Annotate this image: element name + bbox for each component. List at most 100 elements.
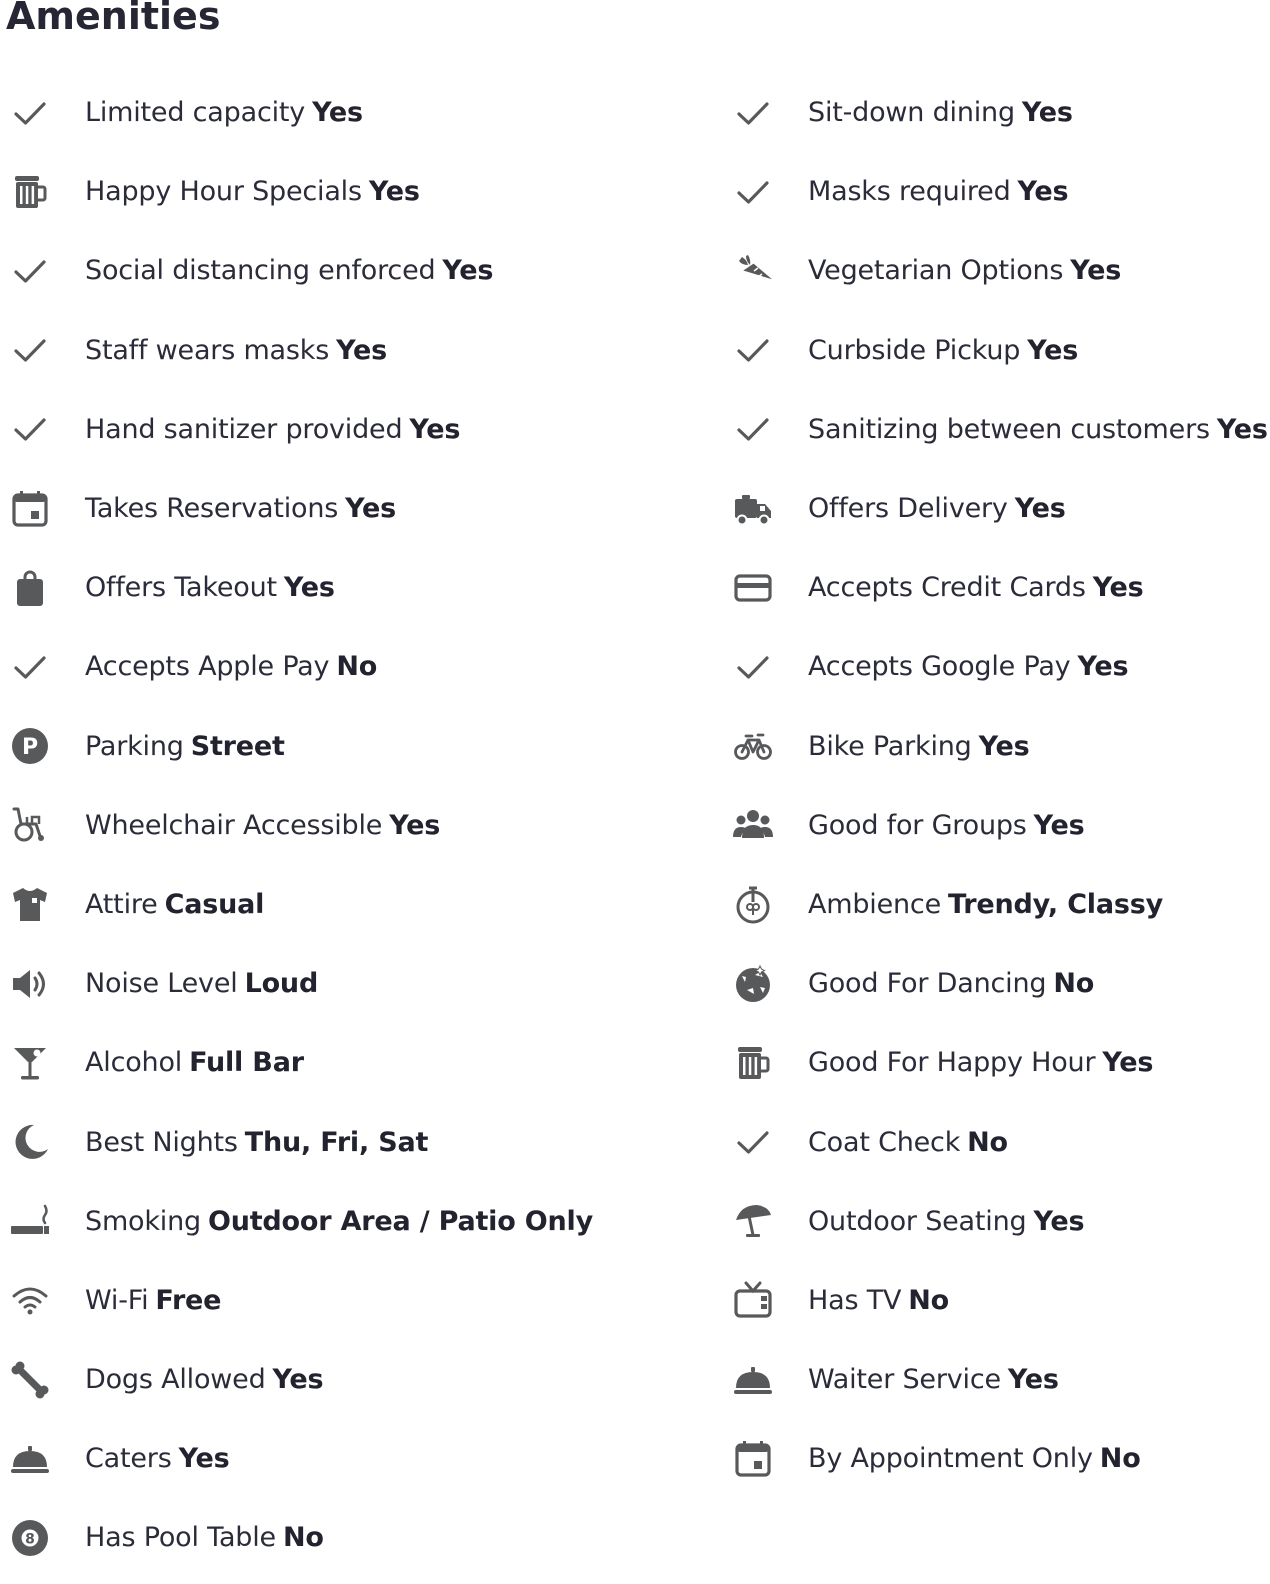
check-icon bbox=[731, 328, 775, 372]
amenity-label: Ambience bbox=[808, 888, 941, 920]
amenity-label: Caters bbox=[85, 1443, 172, 1475]
cloche-icon bbox=[731, 1358, 775, 1402]
amenity-label: Hand sanitizer provided bbox=[85, 413, 403, 445]
amenity-item-accepts-credit-cards: Accepts Credit Cards Yes bbox=[731, 548, 1270, 627]
check-icon bbox=[731, 1120, 775, 1164]
amenity-text: Dogs Allowed Yes bbox=[85, 1364, 324, 1396]
amenity-item-vegetarian-options: Vegetarian Options Yes bbox=[731, 231, 1270, 310]
amenity-text: Alcohol Full Bar bbox=[85, 1047, 304, 1078]
amenity-text: Attire Casual bbox=[85, 889, 264, 920]
amenity-text: Wheelchair Accessible Yes bbox=[85, 810, 440, 841]
amenity-text: Sanitizing between customers Yes bbox=[808, 414, 1268, 445]
amenity-value: Full Bar bbox=[189, 1047, 304, 1079]
amenity-text: Accepts Credit Cards Yes bbox=[808, 572, 1144, 603]
svg-text:8: 8 bbox=[25, 1531, 35, 1547]
amenity-value: Yes bbox=[1077, 651, 1129, 683]
amenity-item-good-for-groups: Good for Groups Yes bbox=[731, 786, 1270, 865]
amenity-value: Yes bbox=[409, 413, 461, 445]
wheelchair-icon bbox=[8, 803, 52, 847]
bone-icon bbox=[8, 1358, 52, 1402]
amenity-label: Noise Level bbox=[85, 968, 238, 1000]
amenity-item-best-nights: Best Nights Thu, Fri, Sat bbox=[8, 1102, 731, 1181]
amenity-item-bike-parking: Bike Parking Yes bbox=[731, 707, 1270, 786]
speaker-icon bbox=[8, 962, 52, 1006]
amenity-item-alcohol: Alcohol Full Bar bbox=[8, 1023, 731, 1102]
amenity-value: Yes bbox=[1216, 413, 1268, 445]
amenity-label: Waiter Service bbox=[808, 1364, 1001, 1396]
cocktail-icon bbox=[8, 1041, 52, 1085]
amenity-text: Outdoor Seating Yes bbox=[808, 1205, 1085, 1237]
amenity-item-by-appointment-only: By Appointment Only No bbox=[731, 1419, 1270, 1498]
check-icon bbox=[8, 328, 52, 372]
amenity-text: Smoking Outdoor Area / Patio Only bbox=[85, 1206, 593, 1237]
amenity-label: Happy Hour Specials bbox=[85, 176, 362, 208]
amenity-label: Accepts Credit Cards bbox=[808, 572, 1086, 604]
amenity-label: Good For Dancing bbox=[808, 968, 1047, 1000]
amenities-list: Limited capacity Yes Sit-down dining Yes Hap… bbox=[8, 73, 1270, 1578]
amenity-value: Street bbox=[190, 730, 285, 762]
amenity-label: Sanitizing between customers bbox=[808, 413, 1210, 445]
amenity-item-hand-sanitizer-provided: Hand sanitizer provided Yes bbox=[8, 390, 731, 469]
amenity-item-curbside-pickup: Curbside Pickup Yes bbox=[731, 311, 1270, 390]
carrot-icon bbox=[731, 249, 775, 293]
amenity-value: Loud bbox=[244, 968, 319, 1000]
amenity-value: Yes bbox=[336, 334, 387, 366]
amenity-value: Yes bbox=[1102, 1047, 1154, 1079]
wifi-icon bbox=[8, 1278, 52, 1322]
amenity-item-waiter-service: Waiter Service Yes bbox=[731, 1340, 1270, 1419]
amenity-value: Yes bbox=[978, 730, 1030, 762]
check-icon bbox=[731, 91, 775, 135]
amenity-item-happy-hour-specials: Happy Hour Specials Yes bbox=[8, 152, 731, 231]
credit-card-icon bbox=[731, 566, 775, 610]
svg-text:P: P bbox=[22, 735, 38, 760]
amenity-value: Yes bbox=[1070, 255, 1122, 287]
amenity-text: Bike Parking Yes bbox=[808, 730, 1030, 762]
amenity-label: Alcohol bbox=[85, 1047, 183, 1079]
amenity-text: Good for Groups Yes bbox=[808, 810, 1085, 841]
amenity-item-sanitizing-between-customers: Sanitizing between customers Yes bbox=[731, 390, 1270, 469]
amenity-label: Curbside Pickup bbox=[808, 334, 1021, 366]
group-icon bbox=[731, 803, 775, 847]
amenity-value: No bbox=[967, 1126, 1008, 1158]
check-icon bbox=[731, 645, 775, 689]
bicycle-icon bbox=[731, 724, 775, 768]
calendar-icon bbox=[8, 487, 52, 531]
amenity-item-staff-wears-masks: Staff wears masks Yes bbox=[8, 311, 731, 390]
amenity-value: Trendy, Classy bbox=[948, 888, 1164, 920]
amenity-label: Smoking bbox=[85, 1205, 201, 1237]
amenity-item-caters: Caters Yes bbox=[8, 1419, 731, 1498]
amenity-item-limited-capacity: Limited capacity Yes bbox=[8, 73, 731, 152]
amenity-value: Yes bbox=[1027, 334, 1079, 366]
amenity-item-has-tv: Has TV No bbox=[731, 1261, 1270, 1340]
shirt-icon bbox=[8, 882, 52, 926]
amenity-text: Happy Hour Specials Yes bbox=[85, 176, 420, 207]
check-icon bbox=[8, 407, 52, 451]
amenity-value: Yes bbox=[1033, 809, 1085, 841]
amenity-text: Accepts Google Pay Yes bbox=[808, 651, 1129, 683]
amenity-text: Caters Yes bbox=[85, 1443, 230, 1475]
amenity-text: Has TV No bbox=[808, 1285, 949, 1316]
amenity-value: Yes bbox=[1033, 1205, 1085, 1237]
amenity-label: Attire bbox=[85, 888, 158, 920]
amenity-label: Staff wears masks bbox=[85, 334, 330, 366]
amenity-label: Accepts Apple Pay bbox=[85, 651, 330, 683]
amenity-value: Yes bbox=[312, 97, 363, 129]
amenity-label: By Appointment Only bbox=[808, 1443, 1093, 1475]
amenity-value: No bbox=[336, 651, 378, 683]
amenity-item-accepts-google-pay: Accepts Google Pay Yes bbox=[731, 627, 1270, 706]
amenity-value: Yes bbox=[272, 1364, 324, 1396]
amenity-text: Sit-down dining Yes bbox=[808, 97, 1073, 128]
amenity-text: Parking Street bbox=[85, 731, 285, 762]
amenity-text: Staff wears masks Yes bbox=[85, 335, 387, 366]
amenity-value: Yes bbox=[389, 809, 441, 841]
amenity-text: Offers Delivery Yes bbox=[808, 493, 1066, 524]
amenity-value: No bbox=[1099, 1443, 1141, 1475]
amenity-item-parking: P Parking Street bbox=[8, 707, 731, 786]
delivery-truck-icon bbox=[731, 487, 775, 531]
amenity-label: Has Pool Table bbox=[85, 1522, 276, 1554]
amenity-item-good-for-dancing: Good For Dancing No bbox=[731, 944, 1270, 1023]
amenity-value: Yes bbox=[1014, 493, 1066, 525]
amenity-label: Social distancing enforced bbox=[85, 255, 436, 287]
moon-icon bbox=[8, 1120, 52, 1164]
amenity-text: Coat Check No bbox=[808, 1127, 1008, 1158]
